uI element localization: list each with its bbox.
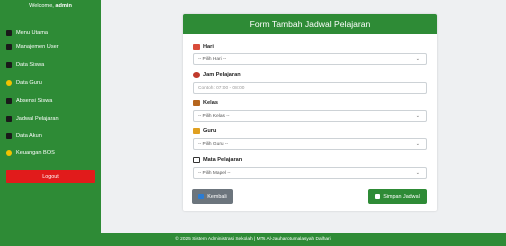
form-title: Form Tambah Jadwal Pelajaran — [183, 14, 437, 34]
jam-pelajaran-input[interactable]: Contoh: 07:00 - 08:00 — [193, 82, 427, 94]
clock-icon — [193, 72, 200, 78]
sidebar-item-jadwal-pelajaran[interactable]: Jadwal Pelajaran — [6, 114, 59, 124]
back-arrow-icon — [198, 194, 205, 199]
users-icon — [6, 44, 12, 50]
guru-label: Guru — [193, 127, 216, 135]
chevron-down-icon: ⌄ — [415, 56, 420, 62]
chevron-down-icon: ⌄ — [415, 141, 420, 147]
calendar-icon — [6, 116, 12, 122]
save-icon — [375, 194, 381, 199]
footer: © 2025 Sistem Administrasi Sekolah | MTs… — [0, 233, 506, 246]
book-icon — [193, 157, 200, 163]
back-button[interactable]: Kembali — [192, 189, 233, 204]
sidebar-item-data-guru[interactable]: Data Guru — [6, 78, 42, 88]
logout-button[interactable]: Logout — [6, 170, 95, 183]
hari-label: Hari — [193, 43, 214, 51]
jam-pelajaran-label: Jam Pelajaran — [193, 71, 241, 79]
hari-select[interactable]: -- Pilih Hari -- ⌄ — [193, 53, 427, 65]
save-button[interactable]: Simpan Jadwal — [368, 189, 427, 204]
sidebar-item-absensi-siswa[interactable]: Absensi Siswa — [6, 96, 52, 106]
teacher-icon — [193, 128, 200, 134]
home-icon — [6, 30, 12, 36]
sidebar-item-keuangan-bos[interactable]: Keuangan BOS — [6, 148, 55, 158]
chevron-down-icon: ⌄ — [415, 113, 420, 119]
chevron-down-icon: ⌄ — [415, 170, 420, 176]
account-icon — [6, 133, 12, 139]
clipboard-icon — [6, 98, 12, 104]
footer-text: © 2025 Sistem Administrasi Sekolah | MTs… — [175, 237, 331, 242]
guru-select[interactable]: -- Pilih Guru -- ⌄ — [193, 138, 427, 150]
sidebar: Welcome, admin Menu Utama Manajemen User… — [0, 0, 101, 233]
mata-pelajaran-select[interactable]: -- Pilih Mapel -- ⌄ — [193, 167, 427, 179]
welcome-text: Welcome, admin — [29, 3, 72, 9]
school-icon — [193, 100, 200, 106]
coin-icon — [6, 150, 12, 156]
sidebar-item-data-akun[interactable]: Data Akun — [6, 131, 42, 141]
calendar-icon — [193, 44, 200, 50]
sidebar-item-data-siswa[interactable]: Data Siswa — [6, 60, 44, 70]
sidebar-item-manajemen-user[interactable]: Manajemen User — [6, 42, 59, 52]
student-icon — [6, 62, 12, 68]
teacher-icon — [6, 80, 12, 86]
mata-pelajaran-label: Mata Pelajaran — [193, 156, 242, 164]
sidebar-item-menu-utama[interactable]: Menu Utama — [6, 28, 48, 38]
username: admin — [55, 3, 72, 9]
kelas-select[interactable]: -- Pilih Kelas -- ⌄ — [193, 110, 427, 122]
kelas-label: Kelas — [193, 99, 218, 107]
